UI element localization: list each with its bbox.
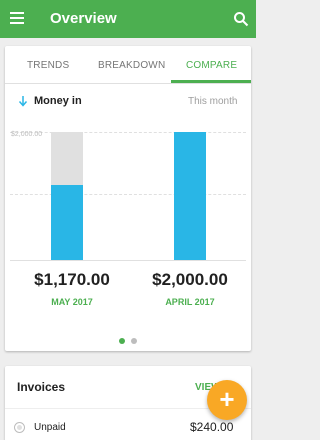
bar-may-2017[interactable]	[51, 185, 83, 260]
search-icon[interactable]	[233, 11, 249, 27]
period-selector[interactable]: This month	[188, 96, 237, 107]
overview-card: TRENDS BREAKDOWN COMPARE Money in This m…	[5, 46, 251, 351]
invoices-title: Invoices	[17, 380, 66, 394]
amount-april-2017: $2,000.00	[152, 270, 228, 289]
bar-april-2017[interactable]	[174, 132, 206, 260]
plus-icon: +	[219, 384, 235, 414]
tab-compare[interactable]: COMPARE	[186, 60, 237, 71]
menu-icon[interactable]	[10, 12, 24, 24]
app-bar: Overview	[0, 0, 256, 38]
gridline-mid	[10, 194, 246, 195]
tab-trends[interactable]: TRENDS	[27, 60, 69, 71]
add-fab-button[interactable]: +	[207, 380, 247, 420]
money-in-label[interactable]: Money in	[34, 95, 82, 107]
money-in-row: Money in This month	[5, 92, 251, 112]
chart-baseline	[10, 260, 246, 261]
label-may-2017: MAY 2017	[51, 297, 93, 307]
label-april-2017: APRIL 2017	[165, 297, 215, 307]
unpaid-status-icon	[14, 422, 25, 433]
pager-dot-1[interactable]	[119, 338, 125, 344]
y-tick-label: $2,000.00	[11, 131, 43, 138]
unpaid-label[interactable]: Unpaid	[34, 422, 66, 433]
page-title: Overview	[50, 10, 117, 27]
tab-bar: TRENDS BREAKDOWN COMPARE	[5, 46, 251, 84]
active-tab-indicator	[171, 80, 251, 83]
unpaid-amount: $240.00	[190, 420, 234, 434]
gridline-top	[10, 132, 246, 133]
pager-dot-2[interactable]	[131, 338, 137, 344]
compare-chart: $2,000.00	[5, 120, 251, 261]
amount-may-2017: $1,170.00	[34, 270, 110, 289]
tab-breakdown[interactable]: BREAKDOWN	[98, 60, 165, 71]
arrow-down-icon	[18, 96, 28, 107]
